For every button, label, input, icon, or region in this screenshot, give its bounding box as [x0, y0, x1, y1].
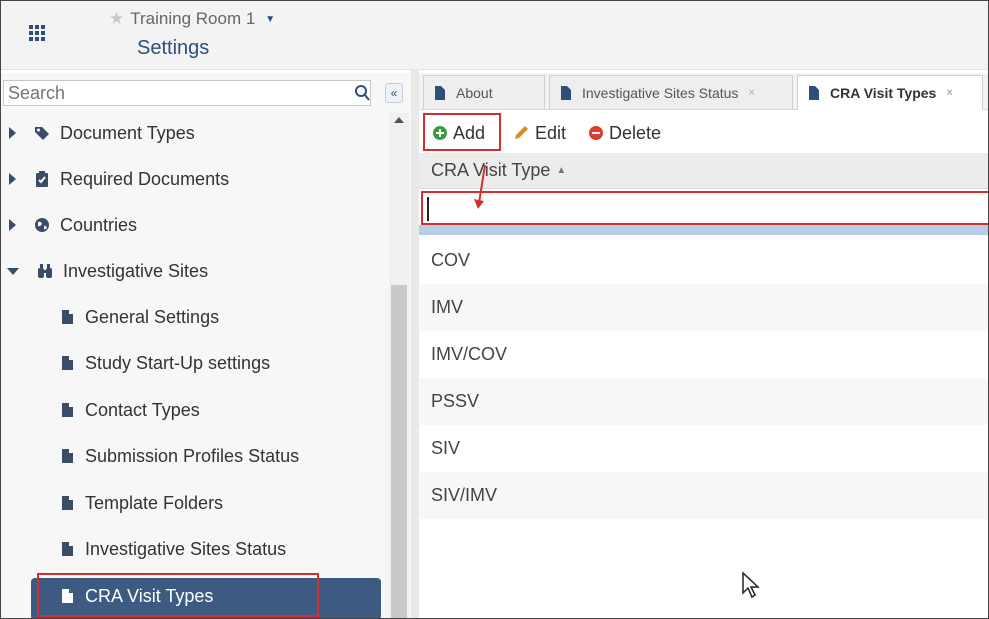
globe-icon: [35, 218, 49, 232]
app-window: ★ Training Room 1 ▼ Settings « Document …: [0, 0, 989, 619]
mouse-cursor-icon: [742, 571, 760, 599]
cra-visit-type-input[interactable]: [427, 197, 973, 221]
top-header: ★ Training Room 1 ▼ Settings: [1, 1, 988, 70]
sidebar-scrollbar[interactable]: [389, 113, 409, 618]
tree-item-template-folders[interactable]: Template Folders: [59, 485, 223, 521]
annotation-arrow-icon: [474, 164, 486, 209]
tree-item-label: Document Types: [60, 122, 195, 143]
tree-item-investigative-sites-status[interactable]: Investigative Sites Status: [59, 531, 286, 567]
tab-label: About: [456, 84, 493, 101]
chevron-right-icon[interactable]: [9, 219, 16, 231]
tree-item-label: Template Folders: [85, 492, 224, 513]
pencil-icon: [515, 126, 528, 139]
edit-button[interactable]: Edit: [513, 121, 566, 145]
tree-item-label: Investigative Sites Status: [85, 538, 287, 559]
document-icon: [62, 310, 73, 324]
table-cell: SIV: [431, 438, 461, 458]
tab-bar: About Investigative Sites Status × CRA V…: [419, 73, 988, 110]
chevron-right-icon[interactable]: [9, 127, 16, 139]
app-grid-icon[interactable]: [29, 25, 45, 41]
star-icon[interactable]: ★: [109, 9, 124, 29]
main-panel: About Investigative Sites Status × CRA V…: [419, 73, 988, 618]
tree-item-required-documents[interactable]: Required Documents: [9, 161, 229, 197]
highlight-outline: [423, 113, 501, 151]
document-icon: [809, 86, 819, 100]
table-row[interactable]: IMV/COV: [419, 331, 988, 378]
new-row-editor: [421, 191, 988, 225]
document-icon: [62, 496, 73, 510]
close-icon[interactable]: ×: [946, 87, 952, 99]
selected-row-indicator: [419, 225, 988, 235]
scrollbar-thumb[interactable]: [391, 285, 407, 618]
table-cell: PSSV: [431, 391, 480, 411]
document-icon: [435, 85, 445, 100]
chevron-right-icon[interactable]: [9, 173, 16, 185]
left-panel: « Document Types Required Documents Coun…: [1, 73, 411, 618]
document-icon: [62, 542, 73, 556]
tree-item-countries[interactable]: Countries: [9, 207, 137, 243]
tree-item-label: Countries: [60, 214, 138, 235]
tree-item-submission-profiles-status[interactable]: Submission Profiles Status: [59, 438, 299, 474]
panel-divider[interactable]: [411, 69, 419, 618]
tab-label: Investigative Sites Status: [582, 84, 739, 101]
delete-button-label: Delete: [609, 122, 662, 143]
tree-item-investigative-sites[interactable]: Investigative Sites: [7, 253, 208, 289]
tab-label: CRA Visit Types: [830, 85, 937, 101]
minus-circle-icon: [589, 126, 603, 140]
tab-about[interactable]: About: [423, 75, 545, 109]
search-icon[interactable]: [353, 83, 371, 103]
tree-item-label: Contact Types: [85, 399, 200, 420]
column-header-cra-visit-type[interactable]: CRA Visit Type ▲: [419, 153, 988, 189]
table-row[interactable]: PSSV: [419, 378, 988, 425]
sort-ascending-icon[interactable]: ▲: [556, 165, 566, 176]
table-row[interactable]: COV: [419, 237, 988, 284]
collapse-panel-icon[interactable]: «: [385, 83, 403, 103]
document-icon: [62, 356, 73, 370]
project-name[interactable]: Training Room 1: [130, 9, 255, 29]
tree-item-label: Submission Profiles Status: [85, 445, 300, 466]
tab-investigative-sites-status[interactable]: Investigative Sites Status ×: [549, 75, 793, 109]
close-icon[interactable]: ×: [748, 87, 754, 99]
chevron-down-icon[interactable]: ▼: [265, 14, 275, 25]
chevron-down-icon[interactable]: [7, 267, 19, 275]
binoculars-icon: [38, 264, 52, 278]
document-icon: [561, 85, 571, 100]
table-row[interactable]: SIV: [419, 425, 988, 472]
document-icon: [62, 403, 73, 417]
table-row[interactable]: SIV/IMV: [419, 472, 988, 519]
tree-item-general-settings[interactable]: General Settings: [59, 299, 219, 335]
tree-item-label: General Settings: [85, 306, 220, 327]
tree-item-document-types[interactable]: Document Types: [9, 115, 195, 151]
tree-item-contact-types[interactable]: Contact Types: [59, 392, 200, 428]
table-cell: IMV/COV: [431, 344, 508, 364]
tree-item-label: Required Documents: [60, 168, 230, 189]
search-input[interactable]: [3, 80, 371, 106]
tag-icon: [35, 127, 49, 140]
highlight-outline: [37, 573, 319, 617]
tree-item-label: Study Start-Up settings: [85, 352, 271, 373]
page-title: Settings: [137, 37, 210, 59]
table-cell: SIV/IMV: [431, 485, 498, 505]
tree-item-label: Investigative Sites: [63, 260, 209, 281]
edit-button-label: Edit: [535, 122, 567, 143]
breadcrumb: ★ Training Room 1 ▼ Settings: [109, 9, 275, 59]
table-cell: IMV: [431, 297, 464, 317]
search-row: «: [1, 77, 411, 111]
document-icon: [62, 449, 73, 463]
tab-cra-visit-types[interactable]: CRA Visit Types ×: [797, 75, 983, 110]
clipboard-icon: [36, 171, 48, 187]
tree-item-study-start-up-settings[interactable]: Study Start-Up settings: [59, 345, 270, 381]
table-cell: COV: [431, 250, 471, 270]
scroll-up-icon[interactable]: [394, 117, 404, 123]
delete-button[interactable]: Delete: [589, 121, 661, 145]
grid-toolbar: Add Edit Delete: [419, 117, 988, 151]
table-row[interactable]: IMV: [419, 284, 988, 331]
